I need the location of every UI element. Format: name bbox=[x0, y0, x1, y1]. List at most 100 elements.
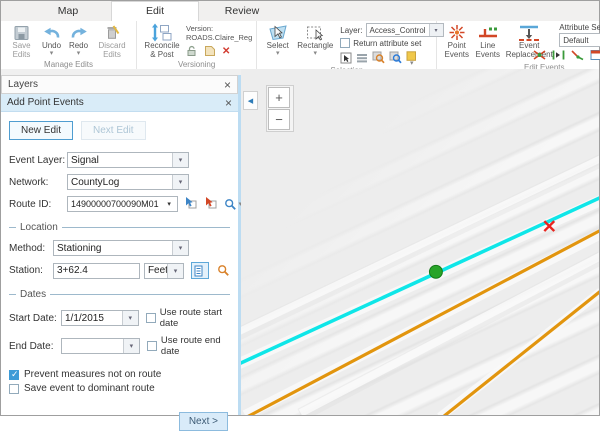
start-date-combo-arrow[interactable] bbox=[122, 311, 138, 325]
selection-list-icon[interactable] bbox=[356, 52, 368, 66]
layers-pane-header: Layers bbox=[1, 75, 238, 94]
select-tool-icon bbox=[267, 23, 289, 42]
method-label: Method: bbox=[9, 243, 53, 254]
attribute-set-label: Attribute Set: bbox=[559, 23, 600, 32]
route-id-combo-arrow[interactable] bbox=[162, 197, 177, 211]
next-button[interactable]: Next > bbox=[179, 412, 228, 431]
location-section-header: Location bbox=[9, 222, 230, 233]
method-combo[interactable]: Stationing bbox=[53, 240, 189, 256]
selection-options-icon[interactable] bbox=[406, 51, 417, 66]
undo-icon bbox=[43, 23, 61, 42]
group-manage-edits: Save Edits Undo Redo Discard bbox=[1, 21, 137, 69]
unlock-version-icon[interactable] bbox=[186, 45, 198, 59]
network-combo-arrow[interactable] bbox=[172, 175, 188, 189]
save-icon bbox=[13, 23, 30, 42]
end-date-label: End Date: bbox=[9, 341, 61, 352]
station-picker-button[interactable] bbox=[191, 262, 209, 279]
next-edit-button[interactable]: Next Edit bbox=[81, 121, 146, 140]
ribbon-tab-bar: Map Edit Review bbox=[1, 1, 599, 22]
tab-edit[interactable]: Edit bbox=[111, 1, 199, 21]
end-date-combo-arrow[interactable] bbox=[123, 339, 139, 353]
use-route-start-date-label: Use route start date bbox=[160, 307, 230, 329]
method-combo-arrow[interactable] bbox=[172, 241, 188, 255]
station-unit-combo[interactable]: Feet bbox=[144, 263, 184, 279]
map-view[interactable]: + − bbox=[241, 69, 599, 415]
dates-section-header: Dates bbox=[9, 289, 230, 300]
reconcile-post-button[interactable]: Reconcile & Post bbox=[141, 22, 183, 60]
map-canvas bbox=[241, 69, 599, 415]
prevent-measures-checkbox[interactable] bbox=[9, 370, 19, 380]
attribute-set-combo[interactable]: Default bbox=[559, 33, 600, 47]
retire-event-icon[interactable] bbox=[571, 49, 584, 63]
layer-label: Layer: bbox=[340, 26, 362, 35]
new-edit-button[interactable]: New Edit bbox=[9, 121, 73, 140]
zoom-to-selection-icon[interactable] bbox=[372, 51, 385, 66]
pan-to-selection-icon[interactable] bbox=[389, 51, 402, 66]
undo-dropdown-caret[interactable] bbox=[50, 51, 54, 56]
collapse-panel-button[interactable] bbox=[243, 91, 258, 110]
delete-version-icon[interactable]: ✕ bbox=[222, 47, 230, 57]
station-input[interactable]: 3+62.4 bbox=[53, 263, 140, 279]
trash-icon bbox=[104, 23, 121, 42]
zoom-out-button[interactable]: − bbox=[268, 109, 290, 130]
save-dominant-route-label: Save event to dominant route bbox=[24, 383, 155, 394]
redo-button[interactable]: Redo bbox=[65, 22, 92, 56]
use-route-end-date-label: Use route end date bbox=[161, 335, 230, 357]
group-edit-events: Point Events Line Events Event Replaceme… bbox=[437, 21, 600, 69]
use-route-start-date-checkbox[interactable] bbox=[146, 313, 156, 323]
rectangle-select-button[interactable]: Rectangle bbox=[294, 22, 336, 56]
tab-review[interactable]: Review bbox=[199, 2, 285, 21]
point-events-button[interactable]: Point Events bbox=[441, 22, 472, 60]
undo-button[interactable]: Undo bbox=[38, 22, 65, 56]
end-date-input[interactable] bbox=[61, 338, 140, 354]
events-table-icon[interactable] bbox=[590, 49, 600, 63]
redo-dropdown-caret[interactable] bbox=[77, 51, 81, 56]
network-label: Network: bbox=[9, 177, 67, 188]
zoom-to-station-icon[interactable] bbox=[217, 264, 230, 277]
reconcile-icon bbox=[151, 23, 173, 42]
save-dominant-route-checkbox[interactable] bbox=[9, 384, 19, 394]
select-route-on-map-icon[interactable] bbox=[184, 196, 197, 212]
tab-map[interactable]: Map bbox=[25, 2, 111, 21]
merge-events-icon[interactable] bbox=[552, 49, 565, 63]
start-date-input[interactable]: 1/1/2015 bbox=[61, 310, 139, 326]
select-route-from-selection-icon[interactable] bbox=[204, 196, 217, 212]
parallel-route-line-2[interactable] bbox=[443, 291, 599, 415]
start-date-label: Start Date: bbox=[9, 313, 61, 324]
event-layer-combo[interactable]: Signal bbox=[67, 152, 189, 168]
event-point-marker[interactable] bbox=[429, 265, 442, 278]
zoom-in-button[interactable]: + bbox=[268, 87, 290, 108]
panel-title: Add Point Events bbox=[7, 97, 84, 108]
ribbon: Save Edits Undo Redo Discard bbox=[1, 21, 599, 70]
use-route-end-date-checkbox[interactable] bbox=[147, 341, 157, 351]
station-label: Station: bbox=[9, 265, 53, 276]
layers-close-icon[interactable] bbox=[224, 80, 231, 90]
return-attribute-set-label: Return attribute set bbox=[353, 39, 421, 48]
group-versioning: Reconcile & Post Version: ROADS.Claire_R… bbox=[137, 21, 257, 69]
event-layer-label: Event Layer: bbox=[9, 155, 67, 166]
version-value: ROADS.Claire_Reg bbox=[186, 33, 252, 42]
return-attribute-set-checkbox[interactable] bbox=[340, 38, 350, 48]
save-edits-button[interactable]: Save Edits bbox=[5, 22, 38, 60]
layers-pane-title: Layers bbox=[8, 79, 38, 90]
zoom-to-route-icon[interactable] bbox=[224, 198, 243, 211]
line-events-button[interactable]: Line Events bbox=[472, 22, 503, 60]
select-features-icon[interactable] bbox=[340, 52, 352, 66]
rectangle-select-icon bbox=[305, 23, 325, 42]
select-dropdown-caret[interactable] bbox=[276, 51, 280, 56]
station-picker-icon bbox=[194, 265, 205, 277]
event-replacement-icon bbox=[516, 23, 542, 42]
panel-header: Add Point Events bbox=[1, 94, 238, 112]
split-event-icon[interactable] bbox=[533, 49, 546, 63]
event-layer-combo-arrow[interactable] bbox=[172, 153, 188, 167]
post-version-icon[interactable] bbox=[204, 45, 216, 59]
station-unit-combo-arrow[interactable] bbox=[167, 264, 183, 278]
select-button[interactable]: Select bbox=[261, 22, 294, 56]
discard-edits-button[interactable]: Discard Edits bbox=[92, 22, 132, 60]
rectangle-dropdown-caret[interactable] bbox=[314, 51, 318, 56]
panel-close-icon[interactable] bbox=[225, 98, 232, 108]
route-id-combo[interactable]: 14900000700090M01 bbox=[67, 196, 178, 212]
group-selection: Select Rectangle Layer: Access_Control bbox=[257, 21, 437, 69]
layer-combo[interactable]: Access_Control bbox=[366, 23, 444, 37]
network-combo[interactable]: CountyLog bbox=[67, 174, 189, 190]
